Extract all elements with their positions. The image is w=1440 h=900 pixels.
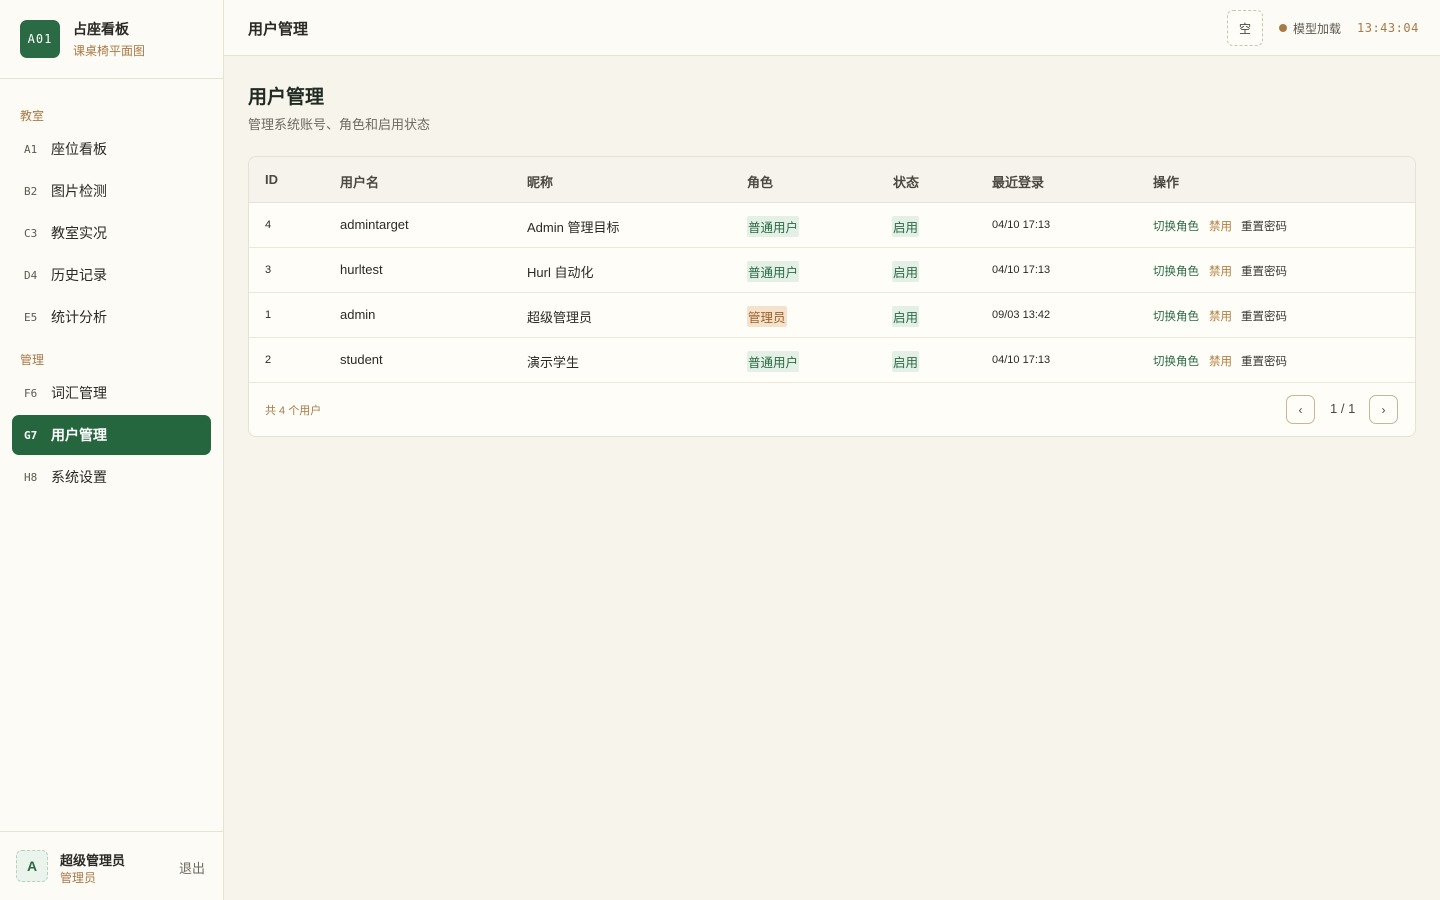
- cell-nickname: Admin 管理目标: [527, 220, 620, 235]
- cell-username: admin: [340, 307, 376, 322]
- chevron-right-icon: ›: [1381, 402, 1386, 417]
- role-badge: 普通用户: [747, 261, 800, 282]
- sidebar-item-label: 教室实况: [51, 225, 107, 241]
- avatar: A: [16, 850, 48, 882]
- sidebar-item-code: F6: [24, 386, 38, 400]
- page-description: 管理系统账号、角色和启用状态: [248, 117, 431, 132]
- page-title: 用户管理: [248, 87, 325, 108]
- status-badge: 启用: [892, 261, 920, 282]
- cell-id: 3: [265, 264, 272, 276]
- brand-subtitle: 课桌椅平面图: [73, 44, 146, 58]
- status-badge: 启用: [892, 351, 920, 372]
- cell-username: hurltest: [340, 262, 383, 277]
- sidebar-item-code: B2: [24, 184, 38, 198]
- disable-button[interactable]: 禁用: [1209, 263, 1232, 279]
- disable-button[interactable]: 禁用: [1209, 353, 1232, 369]
- sidebar-item-label: 图片检测: [51, 183, 107, 199]
- sidebar-item-image-detection[interactable]: B2 图片检测: [12, 171, 211, 211]
- cell-last-login: 04/10 17:13: [992, 354, 1051, 366]
- sidebar-item-code: C3: [24, 226, 38, 240]
- column-header-id: ID: [265, 172, 278, 187]
- status-dot-icon: [1279, 24, 1287, 32]
- cell-last-login: 04/10 17:13: [992, 219, 1051, 231]
- chevron-left-icon: ‹: [1298, 402, 1303, 417]
- cell-last-login: 09/03 13:42: [992, 309, 1051, 321]
- table-row: 4 admintarget Admin 管理目标 普通用户 启用 04/10 1…: [249, 203, 1415, 248]
- cell-id: 1: [265, 309, 272, 321]
- switch-role-button[interactable]: 切换角色: [1153, 263, 1199, 279]
- sidebar-item-label: 座位看板: [51, 141, 107, 157]
- cell-id: 4: [265, 219, 272, 231]
- reset-password-button[interactable]: 重置密码: [1241, 218, 1287, 234]
- column-header-last-login: 最近登录: [992, 175, 1045, 190]
- column-header-actions: 操作: [1153, 175, 1180, 190]
- nav-section-classroom: 教室: [20, 109, 45, 123]
- sidebar-item-code: D4: [24, 268, 38, 282]
- sidebar-item-label: 用户管理: [51, 427, 107, 443]
- empty-button[interactable]: 空: [1227, 10, 1263, 46]
- sidebar-item-code: G7: [24, 428, 38, 442]
- reset-password-button[interactable]: 重置密码: [1241, 263, 1287, 279]
- prev-page-button[interactable]: ‹: [1286, 395, 1315, 424]
- sidebar-item-label: 系统设置: [51, 469, 107, 485]
- switch-role-button[interactable]: 切换角色: [1153, 218, 1199, 234]
- clock: 13:43:04: [1357, 21, 1419, 35]
- column-header-username: 用户名: [340, 175, 380, 190]
- brand: A01 占座看板 课桌椅平面图: [0, 0, 223, 79]
- sidebar-item-label: 词汇管理: [51, 385, 107, 401]
- role-badge: 管理员: [747, 306, 787, 327]
- switch-role-button[interactable]: 切换角色: [1153, 308, 1199, 324]
- sidebar-item-classroom-live[interactable]: C3 教室实况: [12, 213, 211, 253]
- current-user-name: 超级管理员: [60, 853, 126, 868]
- current-user-panel: A 超级管理员 管理员 退出: [0, 831, 223, 900]
- sidebar-item-code: H8: [24, 470, 38, 484]
- next-page-button[interactable]: ›: [1369, 395, 1398, 424]
- sidebar-item-code: A1: [24, 142, 38, 156]
- disable-button[interactable]: 禁用: [1209, 218, 1232, 234]
- column-header-status: 状态: [893, 175, 920, 190]
- sidebar-item-label: 历史记录: [51, 267, 107, 283]
- cell-nickname: 超级管理员: [527, 310, 593, 325]
- user-count: 共 4 个用户: [265, 405, 322, 417]
- sidebar-item-settings[interactable]: H8 系统设置: [12, 457, 211, 497]
- column-header-nickname: 昵称: [527, 175, 554, 190]
- user-table-card: ID 用户名 昵称 角色 状态 最近登录 操作 4 admintarget Ad…: [248, 156, 1416, 437]
- model-status: 模型加载: [1293, 22, 1342, 36]
- cell-id: 2: [265, 354, 272, 366]
- switch-role-button[interactable]: 切换角色: [1153, 353, 1199, 369]
- table-header: ID 用户名 昵称 角色 状态 最近登录 操作: [249, 157, 1415, 203]
- cell-nickname: Hurl 自动化: [527, 265, 594, 280]
- sidebar-item-label: 统计分析: [51, 309, 107, 325]
- status-badge: 启用: [892, 216, 920, 237]
- brand-logo: A01: [20, 20, 60, 58]
- table-row: 3 hurltest Hurl 自动化 普通用户 启用 04/10 17:13 …: [249, 248, 1415, 293]
- cell-nickname: 演示学生: [527, 355, 580, 370]
- role-badge: 普通用户: [747, 351, 800, 372]
- nav-section-management: 管理: [20, 353, 45, 367]
- table-row: 1 admin 超级管理员 管理员 启用 09/03 13:42 切换角色 禁用…: [249, 293, 1415, 338]
- role-badge: 普通用户: [747, 216, 800, 237]
- reset-password-button[interactable]: 重置密码: [1241, 308, 1287, 324]
- cell-username: student: [340, 352, 383, 367]
- current-user-role: 管理员: [60, 871, 97, 885]
- topbar: 用户管理 空 模型加载 13:43:04: [224, 0, 1440, 56]
- cell-last-login: 04/10 17:13: [992, 264, 1051, 276]
- sidebar-item-statistics[interactable]: E5 统计分析: [12, 297, 211, 337]
- sidebar-item-code: E5: [24, 310, 38, 324]
- table-row: 2 student 演示学生 普通用户 启用 04/10 17:13 切换角色 …: [249, 338, 1415, 383]
- cell-username: admintarget: [340, 217, 409, 232]
- sidebar-item-history[interactable]: D4 历史记录: [12, 255, 211, 295]
- status-badge: 启用: [892, 306, 920, 327]
- sidebar-item-vocabulary[interactable]: F6 词汇管理: [12, 373, 211, 413]
- sidebar: A01 占座看板 课桌椅平面图 教室 A1 座位看板 B2 图片检测 C3 教室…: [0, 0, 224, 900]
- logout-button[interactable]: 退出: [179, 858, 205, 877]
- sidebar-item-users[interactable]: G7 用户管理: [12, 415, 211, 455]
- page-indicator: 1 / 1: [1330, 401, 1356, 416]
- reset-password-button[interactable]: 重置密码: [1241, 353, 1287, 369]
- brand-title: 占座看板: [73, 21, 129, 37]
- column-header-role: 角色: [747, 175, 774, 190]
- disable-button[interactable]: 禁用: [1209, 308, 1232, 324]
- topbar-title: 用户管理: [248, 21, 309, 38]
- sidebar-item-seat-board[interactable]: A1 座位看板: [12, 129, 211, 169]
